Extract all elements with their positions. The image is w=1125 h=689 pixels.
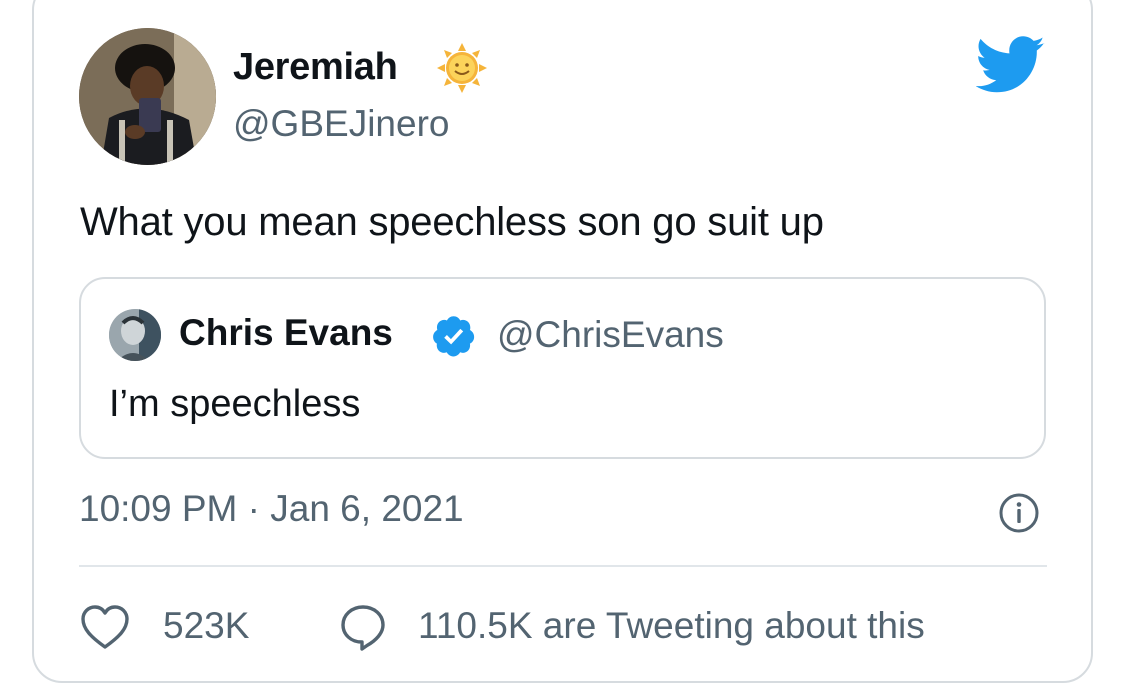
- speech-bubble-icon[interactable]: [338, 602, 388, 652]
- author-avatar[interactable]: [79, 28, 216, 165]
- twitter-bird-icon[interactable]: [976, 36, 1046, 94]
- sun-with-face-icon: [437, 43, 487, 93]
- quoted-author-avatar[interactable]: [109, 309, 161, 361]
- tweet-text: What you mean speechless son go suit up: [80, 200, 824, 244]
- heart-icon[interactable]: [79, 603, 131, 651]
- quoted-tweet[interactable]: Chris Evans @ChrisEvans I’m speechless: [79, 277, 1046, 459]
- author-display-name[interactable]: Jeremiah: [233, 46, 398, 89]
- author-handle[interactable]: @GBEJinero: [233, 103, 449, 145]
- divider: [79, 565, 1047, 567]
- tweet-timestamp[interactable]: 10:09 PM · Jan 6, 2021: [79, 488, 464, 530]
- quoted-tweet-text: I’m speechless: [109, 383, 361, 425]
- like-count[interactable]: 523K: [163, 605, 249, 647]
- tweeting-count[interactable]: 110.5K are Tweeting about this: [418, 605, 925, 647]
- info-icon[interactable]: [998, 492, 1040, 534]
- quoted-author-handle[interactable]: @ChrisEvans: [497, 314, 724, 356]
- quoted-author-display-name[interactable]: Chris Evans: [179, 312, 393, 354]
- verified-badge-icon: [433, 316, 475, 357]
